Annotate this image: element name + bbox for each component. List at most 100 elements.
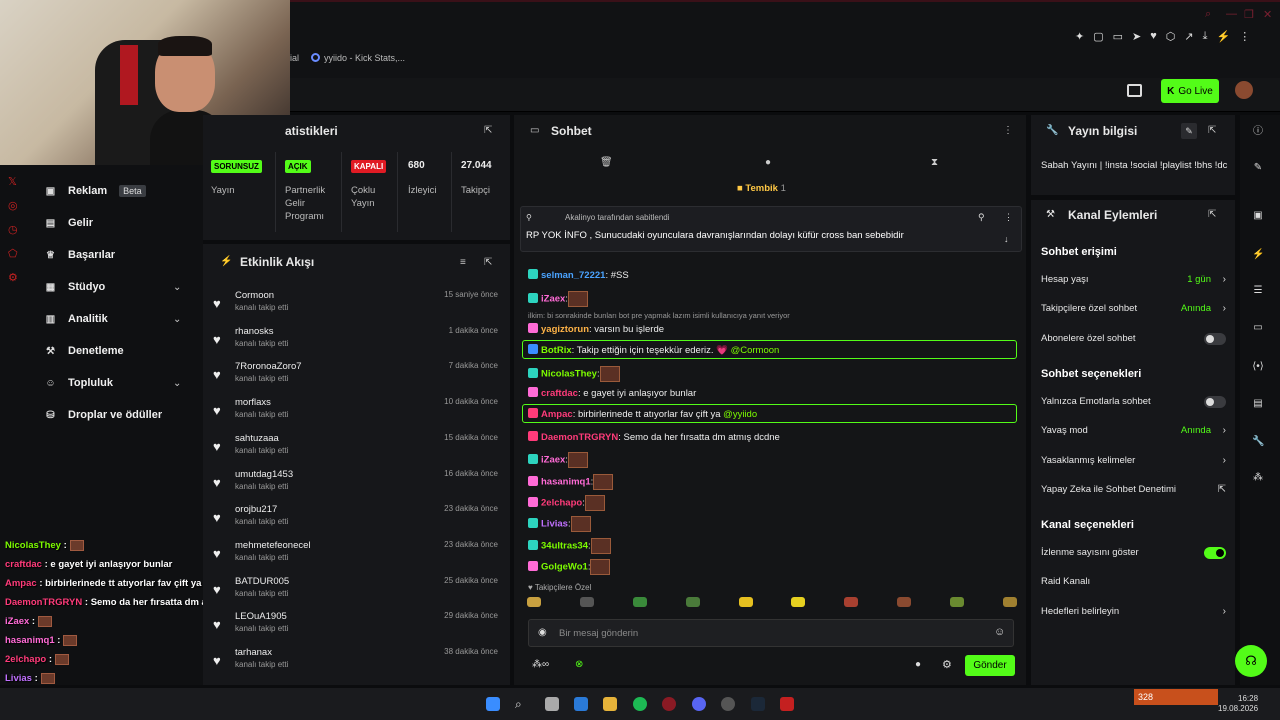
- steam-icon[interactable]: [751, 697, 765, 711]
- pin-icon[interactable]: ✦: [1075, 30, 1084, 46]
- emote-icon[interactable]: [1002, 597, 1017, 607]
- mention[interactable]: @Cormoon: [731, 345, 780, 356]
- list-icon[interactable]: ☰: [1252, 285, 1264, 297]
- emote-icon[interactable]: [897, 597, 912, 607]
- chat-icon[interactable]: ▭: [1252, 322, 1264, 334]
- hourglass-icon[interactable]: ⧗: [931, 157, 938, 168]
- more-icon[interactable]: ⋮: [1003, 125, 1013, 136]
- heart-icon[interactable]: ♥: [1150, 30, 1157, 46]
- toggle-switch[interactable]: [1204, 547, 1226, 560]
- chat-username[interactable]: Ampac: [541, 409, 573, 420]
- ai-icon[interactable]: ⚡: [1216, 30, 1230, 46]
- emote-icon[interactable]: [844, 597, 859, 607]
- camera-icon[interactable]: ▣: [1252, 210, 1264, 222]
- chat-input[interactable]: ◉ Bir mesaj gönderin ☺: [528, 619, 1014, 647]
- emote-icon[interactable]: [685, 597, 700, 607]
- sidebar-item-droplar[interactable]: ⛁ Droplar ve ödüller: [45, 409, 162, 421]
- popout-icon[interactable]: ⇱: [1208, 209, 1216, 220]
- mention[interactable]: @yyiido: [723, 409, 757, 420]
- action-row[interactable]: Abonelere özel sohbet: [1041, 332, 1226, 345]
- discord-icon[interactable]: ⬠: [8, 247, 24, 260]
- mail-icon[interactable]: [574, 697, 588, 711]
- info-icon[interactable]: ⓘ: [1252, 126, 1264, 138]
- action-row[interactable]: İzlenme sayısını göster: [1041, 547, 1226, 560]
- feed-username[interactable]: morflaxs: [235, 397, 271, 408]
- emoji-icon[interactable]: ☺: [994, 626, 1005, 638]
- chat-username[interactable]: iZaex: [541, 294, 565, 305]
- chat-settings-bubble-icon[interactable]: ●: [915, 659, 921, 670]
- trash-icon[interactable]: 🗑: [600, 157, 613, 168]
- emote-icon[interactable]: [527, 597, 541, 607]
- broadcast-icon[interactable]: ⟨•⟩: [1252, 361, 1264, 373]
- settings-icon[interactable]: ⚙: [8, 271, 24, 284]
- action-row[interactable]: Raid Kanalı: [1041, 576, 1226, 587]
- chevron-down-icon[interactable]: ⌄: [173, 378, 181, 389]
- sidebar-item-analitik[interactable]: ▥ Analitik: [45, 313, 108, 325]
- action-row[interactable]: Yasaklanmış kelimeler ›: [1041, 455, 1226, 466]
- action-row[interactable]: Yavaş mod Anında ›: [1041, 425, 1226, 436]
- action-row[interactable]: Yalnızca Emotlarla sohbet: [1041, 395, 1226, 408]
- more-icon[interactable]: ⋮: [1004, 212, 1013, 223]
- chat-username[interactable]: selman_72221: [541, 270, 605, 281]
- emote-icon[interactable]: [738, 597, 753, 607]
- x-icon[interactable]: 𝕏: [8, 175, 24, 188]
- search-icon[interactable]: ⌕: [1205, 8, 1217, 20]
- apps-icon[interactable]: ⁂: [1252, 472, 1264, 484]
- maximize-icon[interactable]: ❐: [1244, 8, 1256, 21]
- action-row[interactable]: Yapay Zeka ile Sohbet Denetimi ⇱: [1041, 484, 1226, 495]
- folder-icon[interactable]: [603, 697, 617, 711]
- sidebar-item-studyo[interactable]: ▦ Stüdyo: [45, 281, 106, 293]
- wrench-icon[interactable]: 🔧: [1252, 436, 1264, 448]
- emote-icon[interactable]: [632, 597, 647, 607]
- circle-icon[interactable]: ◎: [8, 199, 24, 212]
- chevron-down-icon[interactable]: ⌄: [173, 282, 181, 293]
- unpin-icon[interactable]: ⚲: [978, 212, 985, 223]
- send-button[interactable]: Gönder: [965, 655, 1015, 676]
- download-icon[interactable]: ⤓: [1203, 30, 1208, 46]
- toggle-switch[interactable]: [1204, 395, 1226, 408]
- kick-icon[interactable]: ⊗: [575, 659, 583, 670]
- chat-bubble-icon[interactable]: ●: [765, 157, 771, 168]
- feed-username[interactable]: mehmetefeonecel: [235, 540, 311, 551]
- feed-username[interactable]: BATDUR005: [235, 576, 289, 587]
- chevron-down-icon[interactable]: ⌄: [173, 314, 181, 325]
- sidebar-item-gelir[interactable]: ▤ Gelir: [45, 217, 93, 229]
- chat-username[interactable]: iZaex: [541, 455, 565, 466]
- clock-icon[interactable]: ◷: [8, 223, 24, 236]
- pencil-icon[interactable]: ✎: [1252, 162, 1264, 174]
- start-icon[interactable]: [486, 697, 500, 711]
- chat-username[interactable]: yagiztorun: [541, 324, 589, 335]
- chat-username[interactable]: 2elchapo: [541, 498, 582, 509]
- action-row[interactable]: Hedefleri belirleyin ›: [1041, 606, 1226, 617]
- clipboard-icon[interactable]: ▤: [1252, 398, 1264, 410]
- chat-username[interactable]: GolgeWo1: [541, 562, 588, 573]
- emote-icon[interactable]: [791, 597, 806, 607]
- extension-icon[interactable]: ⬡: [1166, 30, 1176, 46]
- opera-icon[interactable]: [662, 697, 676, 711]
- game-icon[interactable]: [780, 697, 794, 711]
- feed-username[interactable]: orojbu217: [235, 504, 277, 515]
- chat-username[interactable]: NicolasThey: [541, 369, 597, 380]
- sidebar-item-reklam[interactable]: ▣ Reklam Beta: [45, 185, 146, 197]
- help-button[interactable]: ☊: [1235, 645, 1267, 677]
- toggle-switch[interactable]: [1204, 332, 1226, 345]
- sidebar-item-topluluk[interactable]: ☺ Topluluk: [45, 377, 113, 389]
- cast-icon[interactable]: ▭: [1113, 30, 1123, 46]
- chat-username[interactable]: 34ultras34: [541, 541, 588, 552]
- close-icon[interactable]: ✕: [1263, 8, 1275, 21]
- chat-username[interactable]: Livias: [541, 519, 568, 530]
- go-live-button[interactable]: K Go Live: [1161, 79, 1219, 103]
- edit-icon[interactable]: ✎: [1181, 123, 1197, 139]
- feed-username[interactable]: sahtuzaaa: [235, 433, 279, 444]
- menu-icon[interactable]: ⋮: [1239, 30, 1250, 46]
- minimize-icon[interactable]: —: [1226, 8, 1238, 20]
- chat-username[interactable]: hasanimq1: [541, 477, 591, 488]
- popout-icon[interactable]: ⇱: [484, 257, 492, 268]
- emote-icon[interactable]: [579, 597, 594, 607]
- avatar[interactable]: [1235, 81, 1253, 99]
- discord-icon[interactable]: [692, 697, 706, 711]
- feed-username[interactable]: tarhanax: [235, 647, 272, 658]
- chat-username[interactable]: BotRix: [541, 345, 572, 356]
- gear-icon[interactable]: ⚙: [942, 658, 952, 671]
- feed-username[interactable]: rhanosks: [235, 326, 274, 337]
